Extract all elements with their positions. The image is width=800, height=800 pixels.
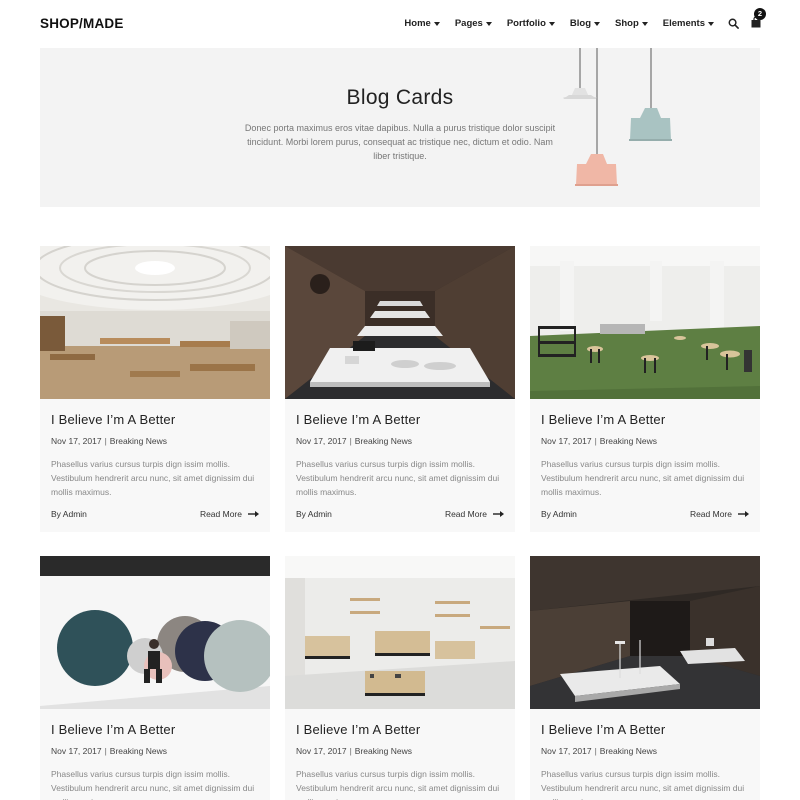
card-image-circles-exhibit[interactable] bbox=[40, 556, 270, 709]
card-date: Nov 17, 2017 bbox=[541, 746, 592, 756]
card-title[interactable]: I Believe I’m A Better bbox=[541, 412, 665, 427]
read-more-link[interactable]: Read More bbox=[200, 509, 259, 519]
read-more-link[interactable]: Read More bbox=[690, 509, 749, 519]
nav-label: Blog bbox=[569, 18, 591, 29]
card-author[interactable]: By Admin bbox=[296, 509, 332, 519]
blog-card[interactable]: I Believe I’m A Better Nov 17, 2017 | Brea… bbox=[285, 246, 515, 532]
card-meta: Nov 17, 2017 | Breaking News bbox=[541, 746, 657, 756]
read-more-label: Read More bbox=[689, 509, 732, 519]
blog-card[interactable]: I Believe I’m A Better Nov 17, 2017 | Brea… bbox=[40, 246, 270, 532]
card-image-restaurant[interactable] bbox=[40, 246, 270, 399]
nav-item-home[interactable]: Home bbox=[404, 18, 440, 29]
read-more-label: Read More bbox=[444, 509, 487, 519]
card-category-link[interactable]: Breaking News bbox=[600, 746, 657, 756]
nav-label: Home bbox=[404, 18, 431, 29]
card-title[interactable]: I Believe I’m A Better bbox=[296, 722, 420, 737]
search-icon[interactable] bbox=[728, 18, 739, 29]
card-author[interactable]: By Admin bbox=[51, 509, 87, 519]
card-category-link[interactable]: Breaking News bbox=[110, 746, 167, 756]
card-title[interactable]: I Believe I’m A Better bbox=[541, 722, 665, 737]
card-meta: Nov 17, 2017 | Breaking News bbox=[51, 436, 167, 446]
nav-label: Portfolio bbox=[506, 18, 546, 29]
card-category-link[interactable]: Breaking News bbox=[355, 436, 412, 446]
pendant-lamps-image bbox=[563, 48, 672, 186]
card-meta: Nov 17, 2017 | Breaking News bbox=[296, 746, 412, 756]
card-excerpt: Phasellus varius cursus turpis dign issi… bbox=[296, 769, 500, 800]
site-header: SHOP/MADE Home Pages Portfolio Blog Shop… bbox=[0, 0, 800, 48]
card-title[interactable]: I Believe I’m A Better bbox=[51, 722, 175, 737]
card-image-shelving-store[interactable] bbox=[285, 556, 515, 709]
nav-label: Shop bbox=[615, 18, 639, 29]
read-more-label: Read More bbox=[199, 509, 242, 519]
card-category-link[interactable]: Breaking News bbox=[355, 746, 412, 756]
card-meta: Nov 17, 2017 | Breaking News bbox=[51, 746, 167, 756]
caret-down-icon bbox=[433, 21, 440, 26]
nav-item-blog[interactable]: Blog bbox=[570, 18, 600, 29]
card-date: Nov 17, 2017 bbox=[541, 436, 592, 446]
nav-item-shop[interactable]: Shop bbox=[615, 18, 648, 29]
caret-down-icon bbox=[594, 21, 600, 26]
card-image-gallery-tunnel[interactable] bbox=[285, 246, 515, 399]
arrow-right-icon bbox=[738, 511, 749, 517]
card-meta: Nov 17, 2017 | Breaking News bbox=[296, 436, 412, 446]
card-title[interactable]: I Believe I’m A Better bbox=[296, 412, 420, 427]
card-date: Nov 17, 2017 bbox=[296, 746, 347, 756]
card-excerpt: Phasellus varius cursus turpis dign issi… bbox=[541, 769, 745, 800]
card-image-green-floor-showroom[interactable] bbox=[530, 246, 760, 399]
blog-card[interactable]: I Believe I’m A Better Nov 17, 2017 | Brea… bbox=[40, 556, 270, 800]
arrow-right-icon bbox=[248, 511, 259, 517]
nav-label: Pages bbox=[454, 18, 483, 29]
nav-label: Elements bbox=[662, 18, 705, 29]
caret-down-icon bbox=[641, 21, 648, 26]
site-logo[interactable]: SHOP/MADE bbox=[40, 16, 124, 31]
read-more-link[interactable]: Read More bbox=[445, 509, 504, 519]
blog-card[interactable]: I Believe I’m A Better Nov 17, 2017 | Brea… bbox=[530, 556, 760, 800]
blog-card[interactable]: I Believe I’m A Better Nov 17, 2017 | Brea… bbox=[530, 246, 760, 532]
caret-down-icon bbox=[708, 21, 714, 26]
main-nav: Home Pages Portfolio Blog Shop Elements bbox=[404, 18, 714, 29]
blog-card[interactable]: I Believe I’m A Better Nov 17, 2017 | Brea… bbox=[285, 556, 515, 800]
card-date: Nov 17, 2017 bbox=[51, 746, 102, 756]
card-excerpt: Phasellus varius cursus turpis dign issi… bbox=[541, 459, 745, 497]
card-date: Nov 17, 2017 bbox=[51, 436, 102, 446]
card-date: Nov 17, 2017 bbox=[296, 436, 347, 446]
card-author[interactable]: By Admin bbox=[541, 509, 577, 519]
card-meta: Nov 17, 2017 | Breaking News bbox=[541, 436, 657, 446]
card-excerpt: Phasellus varius cursus turpis dign issi… bbox=[51, 769, 255, 800]
card-excerpt: Phasellus varius cursus turpis dign issi… bbox=[296, 459, 500, 497]
nav-item-portfolio[interactable]: Portfolio bbox=[507, 18, 555, 29]
caret-down-icon bbox=[548, 21, 555, 26]
card-category-link[interactable]: Breaking News bbox=[600, 436, 657, 446]
nav-item-elements[interactable]: Elements bbox=[663, 18, 714, 29]
nav-item-pages[interactable]: Pages bbox=[455, 18, 492, 29]
cart-count-badge: 2 bbox=[754, 8, 766, 20]
card-title[interactable]: I Believe I’m A Better bbox=[51, 412, 175, 427]
page-description: Donec porta maximus eros vitae dapibus. … bbox=[244, 123, 556, 161]
card-image-dark-hall[interactable] bbox=[530, 556, 760, 709]
card-excerpt: Phasellus varius cursus turpis dign issi… bbox=[51, 459, 255, 497]
arrow-right-icon bbox=[493, 511, 504, 517]
caret-down-icon bbox=[485, 21, 492, 26]
card-category-link[interactable]: Breaking News bbox=[110, 436, 167, 446]
